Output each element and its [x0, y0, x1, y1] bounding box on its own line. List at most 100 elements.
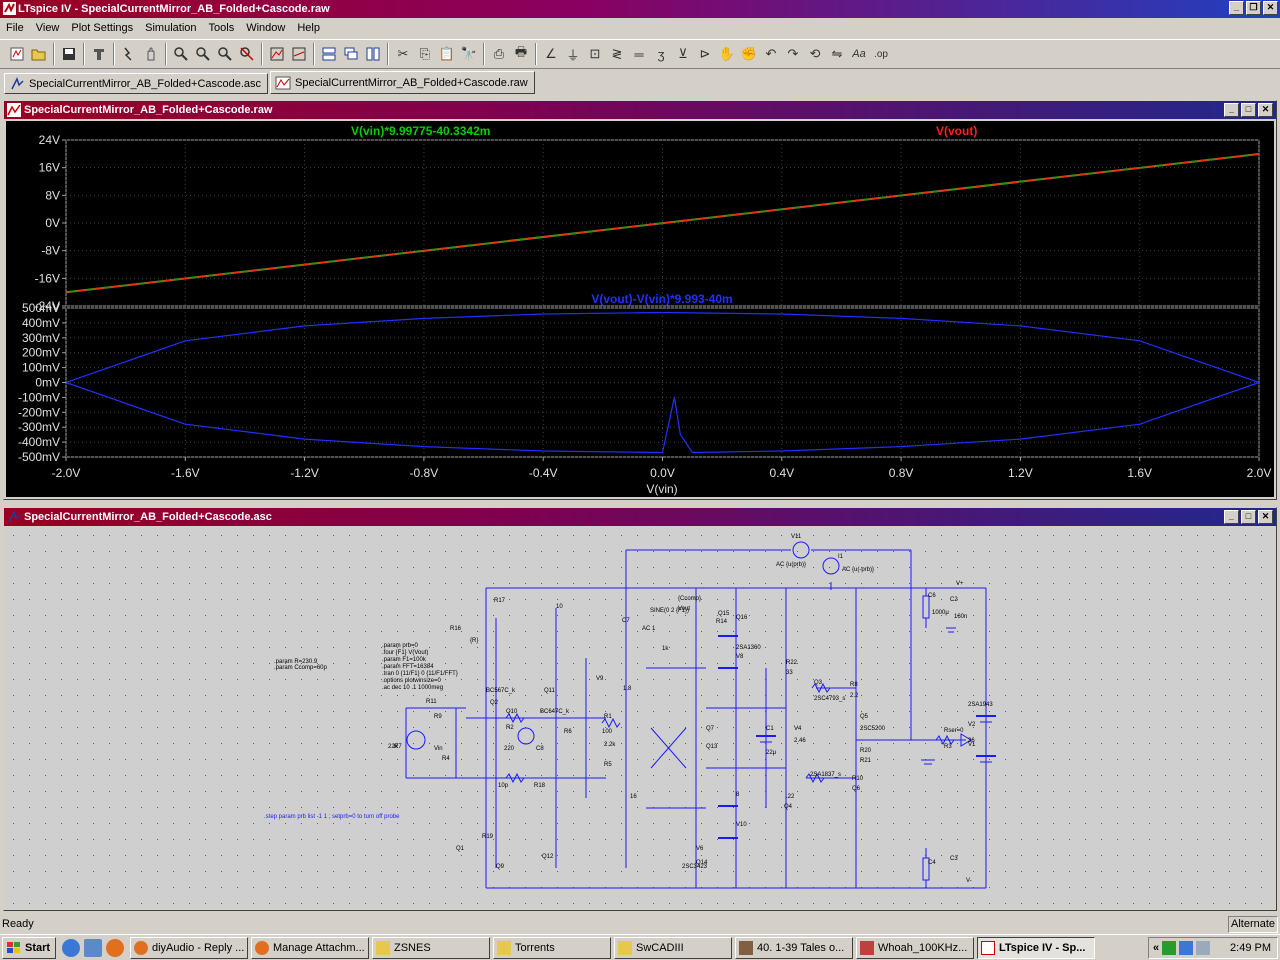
- network-icon[interactable]: [1179, 941, 1194, 955]
- waveform-window[interactable]: SpecialCurrentMirror_AB_Folded+Cascode.r…: [3, 100, 1277, 500]
- tile-horizontal-icon[interactable]: [318, 43, 340, 65]
- minimize-button[interactable]: _: [1229, 1, 1244, 15]
- desktop-icon[interactable]: [84, 938, 102, 957]
- spice-directive[interactable]: .param prb=0: [382, 643, 419, 649]
- print-icon[interactable]: 🖶: [510, 43, 532, 65]
- spice-directive[interactable]: .step param prb list -1 1 ; setprb=0 to …: [264, 814, 400, 820]
- waveform-maximize-button[interactable]: □: [1241, 103, 1256, 117]
- redo-icon[interactable]: ↷: [782, 43, 804, 65]
- taskbar: Start diyAudio - Reply ... Manage Attach…: [0, 934, 1280, 960]
- ie-icon[interactable]: [62, 938, 80, 957]
- inductor-icon[interactable]: ʒ: [650, 43, 672, 65]
- spice-directive[interactable]: .param FFT=16384: [382, 664, 434, 670]
- component-icon[interactable]: ⊳: [694, 43, 716, 65]
- print-preview-icon[interactable]: ⎙: [488, 43, 510, 65]
- wire-icon[interactable]: ∠: [540, 43, 562, 65]
- spice-directive[interactable]: .param Ccomp=60p: [274, 665, 328, 671]
- zoom-out-icon[interactable]: [214, 43, 236, 65]
- volume-icon[interactable]: [1196, 941, 1211, 955]
- tray-app-icon[interactable]: [1162, 941, 1177, 955]
- schematic-drawing[interactable]: V11 I1 AC {u(prb)} AC {u(-prb)} V+ V- C6 C2 1000…: [6, 528, 1274, 922]
- resistor-icon[interactable]: ≷: [606, 43, 628, 65]
- task-torrents[interactable]: Torrents: [493, 936, 611, 959]
- schematic-label: Q5: [860, 714, 869, 720]
- open-icon[interactable]: [28, 43, 50, 65]
- task-swcadiii[interactable]: SwCADIII: [614, 936, 732, 959]
- save-icon[interactable]: [58, 43, 80, 65]
- autorange-icon[interactable]: [266, 43, 288, 65]
- waveform-close-button[interactable]: ✕: [1258, 103, 1273, 117]
- clock[interactable]: 2:49 PM: [1230, 942, 1271, 954]
- schematic-icon[interactable]: [6, 43, 28, 65]
- trace-label-vin[interactable]: V(vin)*9.99775-40.3342m: [351, 124, 490, 138]
- fit-icon[interactable]: [288, 43, 310, 65]
- spice-directive[interactable]: .param F1=100k: [382, 657, 427, 663]
- trace-label-vout[interactable]: V(vout): [936, 124, 977, 138]
- task-paint[interactable]: Whoah_100KHz...: [856, 936, 974, 959]
- schematic-canvas[interactable]: V11 I1 AC {u(prb)} AC {u(-prb)} V+ V- C6 C2 1000…: [6, 528, 1274, 922]
- spice-directive[interactable]: .tran 0 {11/F1} 0 {11/F1/FFT}: [382, 671, 458, 677]
- waveform-plot[interactable]: 24V16V8V0V-8V-16V-24V 500mV400mV300mV200…: [6, 121, 1274, 497]
- spice-directive[interactable]: .four {F1} V(Vout): [382, 650, 428, 656]
- close-button[interactable]: ✕: [1263, 1, 1278, 15]
- menu-plot-settings[interactable]: Plot Settings: [65, 22, 139, 34]
- menu-window[interactable]: Window: [240, 22, 291, 34]
- zoom-cancel-icon[interactable]: [236, 43, 258, 65]
- waveform-plot-area[interactable]: 24V 16V 8V 0V -8V -16V -24V 500mV 400mV 300mV 200…: [6, 121, 1274, 497]
- task-label: SwCADIII: [636, 941, 684, 954]
- trace-label-error[interactable]: V(vout)-V(vin)*9.993-40m: [591, 292, 732, 306]
- spice-directive[interactable]: .ac dec 10 .1 1000meg: [382, 685, 443, 691]
- cut-icon[interactable]: ✂: [392, 43, 414, 65]
- ground-icon[interactable]: ⏚: [562, 43, 584, 65]
- schematic-window-titlebar[interactable]: SpecialCurrentMirror_AB_Folded+Cascode.a…: [4, 508, 1276, 526]
- label-icon[interactable]: ⊡: [584, 43, 606, 65]
- rotate-icon[interactable]: ⟲: [804, 43, 826, 65]
- menu-simulation[interactable]: Simulation: [139, 22, 202, 34]
- firefox-icon[interactable]: [106, 938, 124, 957]
- schematic-maximize-button[interactable]: □: [1241, 510, 1256, 524]
- menu-file[interactable]: File: [0, 22, 30, 34]
- task-diyaudio[interactable]: diyAudio - Reply ...: [130, 936, 248, 959]
- control-panel-icon[interactable]: [88, 43, 110, 65]
- zoom-in-icon[interactable]: [170, 43, 192, 65]
- drag-icon[interactable]: ✊: [738, 43, 760, 65]
- diode-icon[interactable]: ⊻: [672, 43, 694, 65]
- spice-directive[interactable]: .options plotwinsize=0: [382, 678, 442, 684]
- tab-schematic[interactable]: SpecialCurrentMirror_AB_Folded+Cascode.a…: [4, 73, 269, 94]
- restore-button[interactable]: ❐: [1246, 1, 1261, 15]
- schematic-window[interactable]: SpecialCurrentMirror_AB_Folded+Cascode.a…: [3, 507, 1277, 922]
- spice-directive-icon[interactable]: .op: [870, 43, 892, 65]
- task-zsnes[interactable]: ZSNES: [372, 936, 490, 959]
- tile-vertical-icon[interactable]: [362, 43, 384, 65]
- tray-expand-icon[interactable]: «: [1153, 942, 1159, 954]
- copy-icon[interactable]: ⎘: [414, 43, 436, 65]
- waveform-window-titlebar[interactable]: SpecialCurrentMirror_AB_Folded+Cascode.r…: [4, 101, 1276, 119]
- schematic-label: 2.2k: [604, 742, 616, 748]
- schematic-minimize-button[interactable]: _: [1224, 510, 1239, 524]
- cascade-icon[interactable]: [340, 43, 362, 65]
- schematic-window-title: SpecialCurrentMirror_AB_Folded+Cascode.a…: [24, 511, 272, 523]
- zoom-area-icon[interactable]: [192, 43, 214, 65]
- waveform-minimize-button[interactable]: _: [1224, 103, 1239, 117]
- mirror-icon[interactable]: ⇋: [826, 43, 848, 65]
- run-icon[interactable]: [118, 43, 140, 65]
- schematic-label: Q7: [706, 726, 715, 732]
- text-icon[interactable]: Aa: [848, 43, 870, 65]
- task-manage-attachments[interactable]: Manage Attachm...: [251, 936, 369, 959]
- find-icon[interactable]: 🔭: [458, 43, 480, 65]
- task-ltspice[interactable]: LTspice IV - Sp...: [977, 936, 1095, 959]
- schematic-label: Q1: [456, 846, 465, 852]
- schematic-close-button[interactable]: ✕: [1258, 510, 1273, 524]
- start-button[interactable]: Start: [2, 936, 56, 959]
- task-media[interactable]: 40. 1-39 Tales o...: [735, 936, 853, 959]
- move-icon[interactable]: ✋: [716, 43, 738, 65]
- menu-view[interactable]: View: [30, 22, 66, 34]
- capacitor-icon[interactable]: ═: [628, 43, 650, 65]
- app-titlebar[interactable]: LTspice IV - SpecialCurrentMirror_AB_Fol…: [0, 0, 1280, 18]
- menu-tools[interactable]: Tools: [203, 22, 241, 34]
- menu-help[interactable]: Help: [291, 22, 326, 34]
- undo-icon[interactable]: ↶: [760, 43, 782, 65]
- halt-icon[interactable]: [140, 43, 162, 65]
- paste-icon[interactable]: 📋: [436, 43, 458, 65]
- tab-waveform[interactable]: SpecialCurrentMirror_AB_Folded+Cascode.r…: [270, 71, 535, 94]
